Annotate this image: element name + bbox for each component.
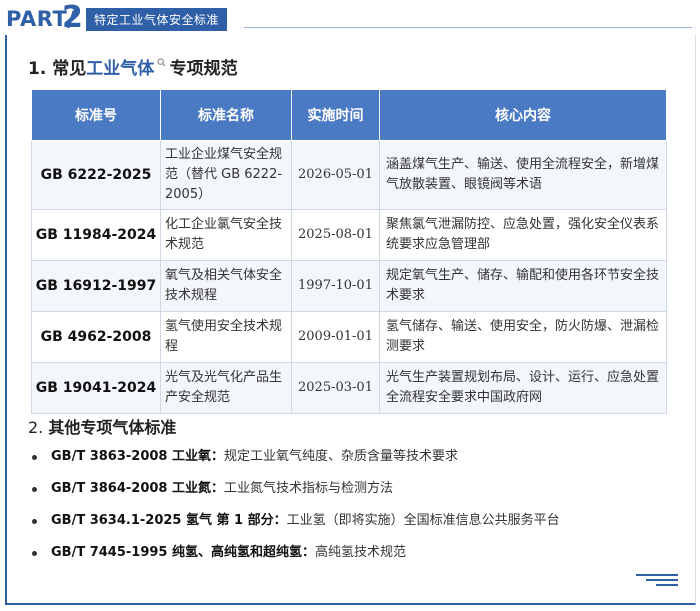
table-row: GB 4962-2008 氢气使用安全技术规程 2009-01-01 氢气储存、… [31,311,667,363]
item-code: GB/T 3864-2008 工业氮： [51,481,225,496]
cell-content: 聚焦氯气泄漏防控、应急处置，强化安全仪表系统要求应急管理部 [379,209,667,261]
cell-name: 氧气及相关气体安全技术规程 [160,260,292,312]
section2-title: 其他专项气体标准 [48,418,177,437]
cell-code: GB 19041-2024 [31,362,161,414]
item-desc: 规定工业氧气纯度、杂质含量等技术要求 [224,449,459,464]
cell-code: GB 4962-2008 [31,311,161,363]
part-number: 2 [62,0,83,35]
bullet-icon [32,550,37,556]
table-header-row: 标准号 标准名称 实施时间 核心内容 [31,89,667,141]
bullet-icon [32,518,37,524]
section1-suffix: 专项规范 [169,59,238,79]
table-row: GB 19041-2024 光气及光气化产品生产安全规范 2025-03-01 … [31,362,667,414]
cell-code: GB 6222-2025 [31,140,161,210]
cell-code: GB 16912-1997 [31,260,161,312]
table-row: GB 11984-2024 化工企业氯气安全技术规范 2025-08-01 聚焦… [31,209,667,261]
section2-prefix: 2. [28,418,49,437]
cell-date: 2025-03-01 [291,362,380,414]
bullet-icon [32,486,37,492]
corner-decoration-icon [636,574,678,590]
list-item: GB/T 3863-2008 工业氧： 规定工业氧气纯度、杂质含量等技术要求 [28,441,560,473]
section1-highlight-link[interactable]: 工业气体 [86,59,154,79]
col-header-date: 实施时间 [291,89,380,141]
list-item: GB/T 7445-1995 纯氢、高纯氢和超纯氢： 高纯氢技术规范 [28,537,560,569]
standards-table: 标准号 标准名称 实施时间 核心内容 GB 6222-2025 工业企业煤气安全… [31,89,667,414]
col-header-content: 核心内容 [379,89,667,141]
cell-name: 氢气使用安全技术规程 [160,311,292,363]
section2-heading: 2. 其他专项气体标准 [28,414,176,438]
search-icon[interactable] [154,58,169,70]
col-header-code: 标准号 [31,89,161,141]
cell-date: 2026-05-01 [291,140,380,210]
table-row: GB 6222-2025 工业企业煤气安全规范（替代 GB 6222-2005）… [31,140,667,210]
cell-name: 光气及光气化产品生产安全规范 [160,362,292,414]
cell-code: GB 11984-2024 [31,209,161,261]
cell-content: 规定氧气生产、储存、输配和使用各环节安全技术要求 [379,260,667,312]
list-item: GB/T 3864-2008 工业氮： 工业氮气技术指标与检测方法 [28,473,560,505]
item-desc: 高纯氢技术规范 [315,545,407,560]
cell-date: 1997-10-01 [291,260,380,312]
list-item: GB/T 3634.1-2025 氢气 第 1 部分： 工业氢（即将实施）全国标… [28,505,560,537]
item-code: GB/T 7445-1995 纯氢、高纯氢和超纯氢： [51,545,316,560]
item-code: GB/T 3634.1-2025 氢气 第 1 部分： [51,513,287,528]
header-divider [244,27,692,28]
item-code: GB/T 3863-2008 工业氧： [51,449,225,464]
other-standards-list: GB/T 3863-2008 工业氧： 规定工业氧气纯度、杂质含量等技术要求 G… [28,441,560,569]
cell-date: 2025-08-01 [291,209,380,261]
cell-content: 氢气储存、输送、使用安全，防火防爆、泄漏检测要求 [379,311,667,363]
item-desc: 工业氮气技术指标与检测方法 [224,481,394,496]
cell-date: 2009-01-01 [291,311,380,363]
cell-name: 化工企业氯气安全技术规范 [160,209,292,261]
cell-content: 光气生产装置规划布局、设计、运行、应急处置全流程安全要求中国政府网 [379,362,667,414]
table-row: GB 16912-1997 氧气及相关气体安全技术规程 1997-10-01 规… [31,260,667,312]
cell-name: 工业企业煤气安全规范（替代 GB 6222-2005） [160,140,292,210]
bullet-icon [32,454,37,460]
item-desc: 工业氢（即将实施）全国标准信息公共服务平台 [286,513,560,528]
col-header-name: 标准名称 [160,89,292,141]
section-header: PART/ 2 特定工业气体安全标准 [6,0,696,35]
section-tag: 特定工业气体安全标准 [86,8,228,31]
section1-heading: 1. 常见工业气体 专项规范 [28,54,238,79]
cell-content: 涵盖煤气生产、输送、使用全流程安全，新增煤气放散装置、眼镜阀等术语 [379,140,667,210]
section1-prefix: 1. 常见 [28,59,87,79]
